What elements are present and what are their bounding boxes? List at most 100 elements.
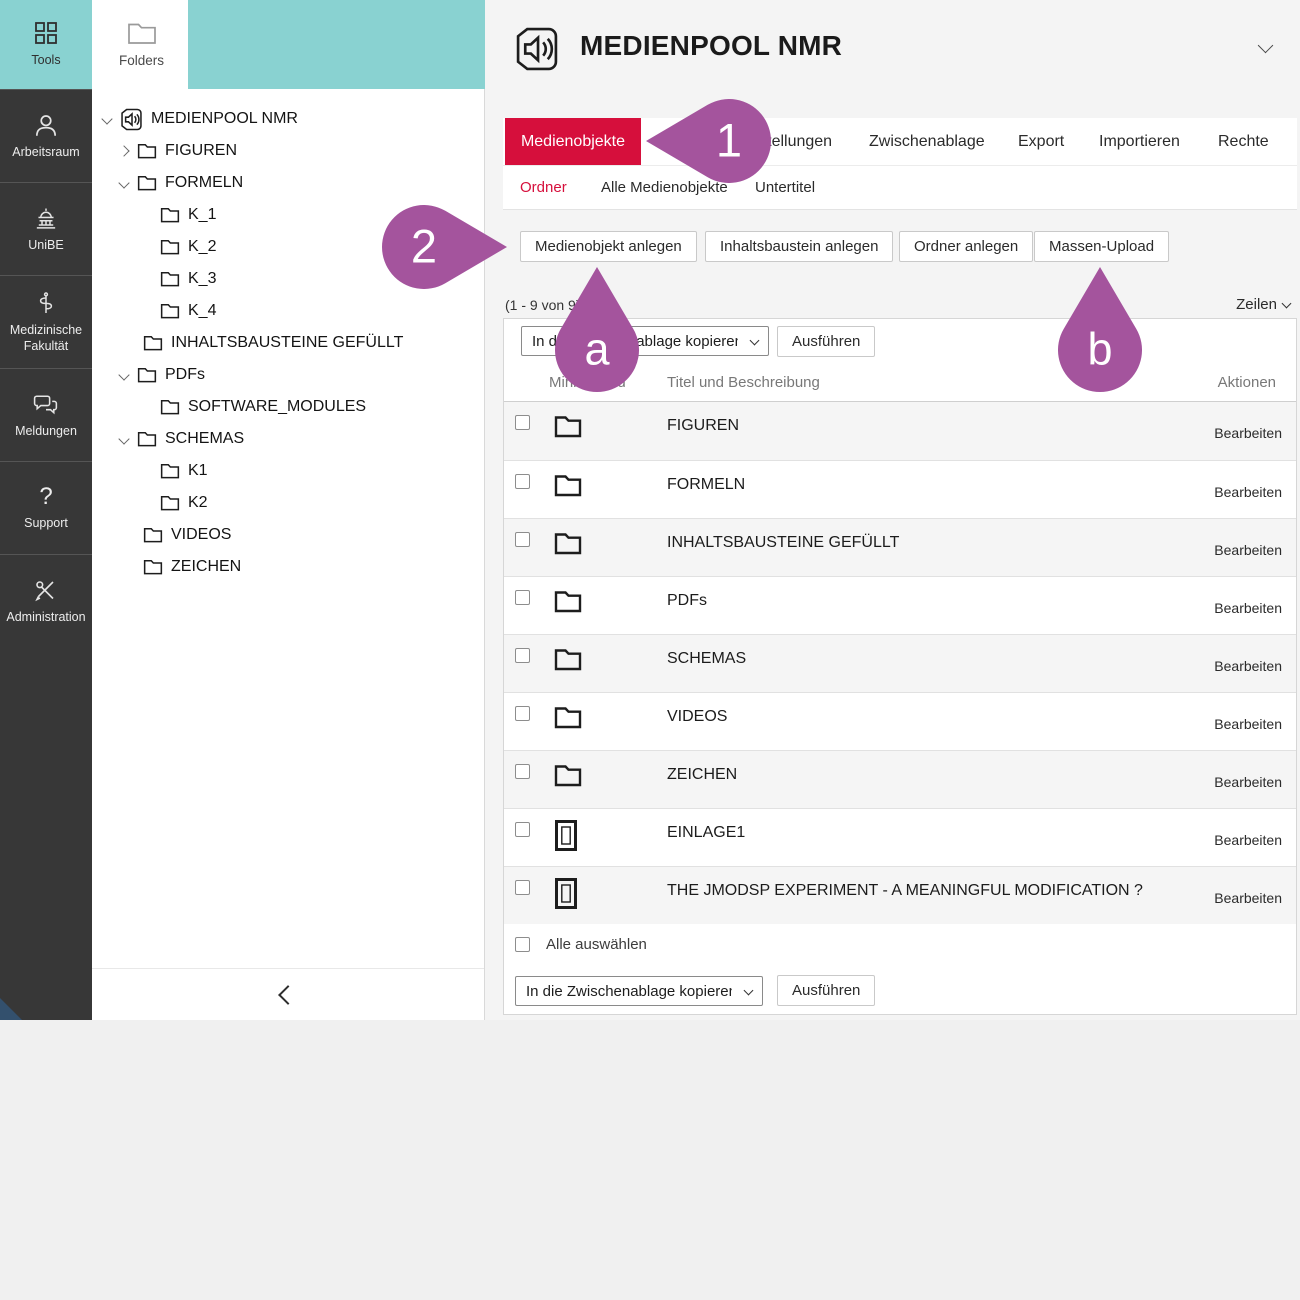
edit-action[interactable]: Bearbeiten — [1214, 774, 1282, 790]
tree-item-label[interactable]: K_3 — [188, 270, 216, 288]
bulk-action-select-bottom[interactable]: In die Zwischenablage kopieren — [515, 976, 763, 1006]
chevron-down-icon[interactable] — [118, 433, 129, 444]
subtab-ordner[interactable]: Ordner — [520, 166, 567, 211]
collapse-panel-button[interactable] — [92, 968, 484, 1020]
tree-item-label[interactable]: MEDIENPOOL NMR — [151, 110, 298, 128]
row-checkbox[interactable] — [515, 880, 530, 895]
row-checkbox[interactable] — [515, 474, 530, 489]
tree-item-medienpool-nmr[interactable]: MEDIENPOOL NMR — [92, 103, 484, 135]
row-checkbox[interactable] — [515, 648, 530, 663]
tab-importieren[interactable]: Importieren — [1099, 118, 1180, 165]
edit-action[interactable]: Bearbeiten — [1214, 832, 1282, 848]
tree-item-schemas[interactable]: SCHEMAS — [92, 423, 484, 455]
execute-button-bottom[interactable]: Ausführen — [777, 975, 875, 1006]
row-checkbox[interactable] — [515, 532, 530, 547]
tree-item-k_4[interactable]: K_4 — [92, 295, 484, 327]
rail-item-medizinische-fakultaet[interactable]: Medizinische Fakultät — [0, 275, 92, 368]
row-title[interactable]: FORMELN — [667, 476, 745, 494]
tab-zwischenablage[interactable]: Zwischenablage — [869, 118, 985, 165]
tree-item-label[interactable]: K_4 — [188, 302, 216, 320]
tab-medienobjekte[interactable]: Medienobjekte — [505, 118, 641, 165]
tree-item-label[interactable]: FORMELN — [165, 174, 243, 192]
tree-item-zeichen[interactable]: ZEICHEN — [92, 551, 484, 583]
row-checkbox[interactable] — [515, 822, 530, 837]
select-all-checkbox[interactable] — [515, 937, 530, 952]
tree-item-label[interactable]: K1 — [188, 462, 208, 480]
rail-item-support[interactable]: ? Support — [0, 461, 92, 554]
tree-item-pdfs[interactable]: PDFs — [92, 359, 484, 391]
tree-item-formeln[interactable]: FORMELN — [92, 167, 484, 199]
tree-item-label[interactable]: ZEICHEN — [171, 558, 241, 576]
question-icon: ? — [39, 485, 52, 509]
tab-rechte[interactable]: Rechte — [1218, 118, 1269, 165]
folder-icon — [160, 239, 180, 255]
table-row: FORMELN Bearbeiten — [504, 460, 1296, 518]
row-title[interactable]: VIDEOS — [667, 708, 727, 726]
tree-item-software-modules[interactable]: SOFTWARE_MODULES — [92, 391, 484, 423]
folder-icon — [160, 303, 180, 319]
chevron-left-icon — [278, 985, 298, 1005]
chevron-down-icon[interactable] — [1258, 38, 1274, 54]
tree-item-label[interactable]: K_1 — [188, 206, 216, 224]
bulk-upload-button[interactable]: Massen-Upload — [1034, 231, 1169, 262]
edit-action[interactable]: Bearbeiten — [1214, 484, 1282, 500]
edit-action[interactable]: Bearbeiten — [1214, 658, 1282, 674]
row-title[interactable]: SCHEMAS — [667, 650, 746, 668]
rail-item-arbeitsraum[interactable]: Arbeitsraum — [0, 89, 92, 182]
execute-button-top[interactable]: Ausführen — [777, 326, 875, 357]
edit-action[interactable]: Bearbeiten — [1214, 542, 1282, 558]
folder-icon — [160, 271, 180, 287]
tree-item-k2[interactable]: K2 — [92, 487, 484, 519]
create-media-object-button[interactable]: Medienobjekt anlegen — [520, 231, 697, 262]
row-checkbox[interactable] — [515, 764, 530, 779]
create-folder-button[interactable]: Ordner anlegen — [899, 231, 1033, 262]
tree-item-label[interactable]: K_2 — [188, 238, 216, 256]
edit-action[interactable]: Bearbeiten — [1214, 425, 1282, 441]
column-header-title: Titel und Beschreibung — [667, 374, 820, 391]
chevron-down-icon[interactable] — [118, 177, 129, 188]
row-checkbox[interactable] — [515, 590, 530, 605]
folders-tab-label: Folders — [119, 53, 164, 68]
marker-label: b — [1087, 327, 1112, 372]
tree-item-inhaltsbausteine-gefuellt[interactable]: INHALTSBAUSTEINE GEFÜLLT — [92, 327, 484, 359]
tree-item-label[interactable]: PDFs — [165, 366, 205, 384]
chevron-down-icon[interactable] — [118, 369, 129, 380]
tree-item-label[interactable]: SCHEMAS — [165, 430, 244, 448]
rail-item-administration[interactable]: Administration — [0, 554, 92, 647]
edit-action[interactable]: Bearbeiten — [1214, 890, 1282, 906]
folders-tab[interactable]: Folders — [95, 0, 188, 89]
tree-item-k1[interactable]: K1 — [92, 455, 484, 487]
marker-label: a — [584, 327, 609, 372]
tree-item-label[interactable]: INHALTSBAUSTEINE GEFÜLLT — [171, 334, 403, 352]
row-title[interactable]: FIGUREN — [667, 417, 739, 435]
chevron-down-icon[interactable] — [101, 113, 112, 124]
row-title[interactable]: THE JMODSP EXPERIMENT - A MEANINGFUL MOD… — [667, 882, 1143, 900]
rail-item-meldungen[interactable]: Meldungen — [0, 368, 92, 461]
bottom-controls: In die Zwischenablage kopieren Ausführen — [504, 967, 1296, 1017]
edit-action[interactable]: Bearbeiten — [1214, 716, 1282, 732]
tree-item-label[interactable]: K2 — [188, 494, 208, 512]
tree-item-figuren[interactable]: FIGUREN — [92, 135, 484, 167]
rail-item-tools[interactable]: Tools — [0, 0, 92, 89]
tree-item-videos[interactable]: VIDEOS — [92, 519, 484, 551]
annotation-marker-2: 2 — [382, 205, 507, 289]
tree-item-label[interactable]: FIGUREN — [165, 142, 237, 160]
select-all-label: Alle auswählen — [546, 936, 647, 953]
row-title[interactable]: INHALTSBAUSTEINE GEFÜLLT — [667, 534, 899, 552]
tree-item-label[interactable]: SOFTWARE_MODULES — [188, 398, 366, 416]
row-checkbox[interactable] — [515, 706, 530, 721]
edit-action[interactable]: Bearbeiten — [1214, 600, 1282, 616]
app-rail: Tools Arbeitsraum UniBE — [0, 0, 92, 1020]
rows-dropdown[interactable]: Zeilen — [1236, 296, 1290, 313]
tree-item-label[interactable]: VIDEOS — [171, 526, 231, 544]
chevron-right-icon[interactable] — [118, 145, 129, 156]
rail-item-unibe[interactable]: UniBE — [0, 182, 92, 275]
tab-export[interactable]: Export — [1018, 118, 1064, 165]
mediapool-icon — [514, 26, 560, 77]
row-title[interactable]: ZEICHEN — [667, 766, 737, 784]
create-content-snippet-button[interactable]: Inhaltsbaustein anlegen — [705, 231, 893, 262]
row-title[interactable]: EINLAGE1 — [667, 824, 745, 842]
row-title[interactable]: PDFs — [667, 592, 707, 610]
folder-icon — [160, 207, 180, 223]
row-checkbox[interactable] — [515, 415, 530, 430]
